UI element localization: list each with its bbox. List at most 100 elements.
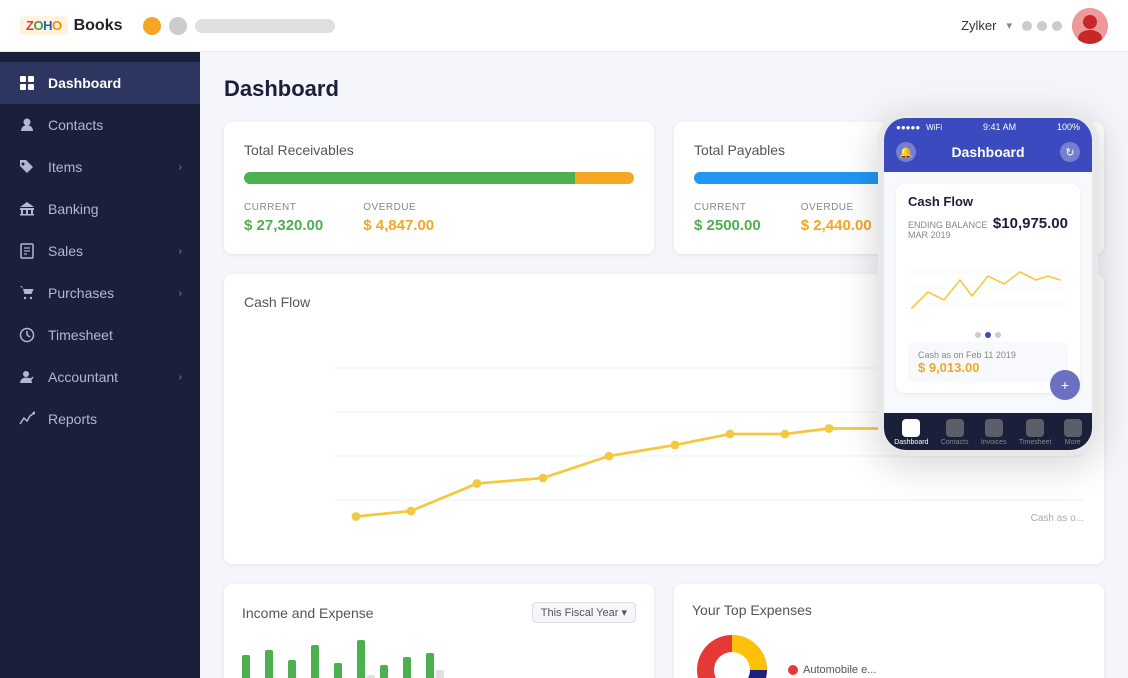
phone-nav-more[interactable]: More — [1064, 419, 1082, 446]
avatar[interactable] — [1072, 8, 1108, 44]
sidebar-label-sales: Sales — [48, 243, 83, 259]
bar-expense-9 — [436, 670, 444, 678]
sidebar-label-purchases: Purchases — [48, 285, 114, 301]
total-receivables-card: Total Receivables CURRENT $ 27,320.00 OV… — [224, 122, 654, 254]
top-expenses-header: Your Top Expenses — [692, 602, 1086, 618]
receipt-icon — [18, 242, 36, 260]
topbar-search-bar — [195, 19, 335, 33]
bar-group-5 — [334, 663, 352, 678]
pie-chart — [692, 630, 772, 678]
sidebar-item-contacts[interactable]: Contacts — [0, 104, 200, 146]
legend-dot-1 — [788, 665, 798, 675]
phone-cash-value: $ 9,013.00 — [918, 360, 1058, 375]
sidebar-item-timesheet[interactable]: Timesheet — [0, 314, 200, 356]
bank-icon — [18, 200, 36, 218]
phone-nav-dashboard-icon — [902, 419, 920, 437]
receivables-title: Total Receivables — [244, 142, 634, 158]
phone-chart-svg — [908, 248, 1068, 328]
phone-nav-timesheet-icon — [1026, 419, 1044, 437]
phone-balance-label: ENDING BALANCE — [908, 220, 988, 230]
top-expenses-card: Your Top Expenses Automobile e... — [674, 584, 1104, 678]
mobile-phone-overlay: ●●●●● WiFi 9:41 AM 100% 🔔 Dashboard ↻ C — [878, 112, 1098, 456]
phone-header-title: Dashboard — [951, 144, 1024, 160]
receivables-overdue-label: OVERDUE — [363, 202, 434, 213]
bar-income-1 — [242, 655, 250, 678]
income-expense-card: Income and Expense This Fiscal Year ▾ — [224, 584, 654, 678]
receivables-bar-gold — [575, 172, 634, 184]
sidebar: Dashboard Contacts Items › Banking — [0, 52, 200, 678]
bar-income-3 — [288, 660, 296, 678]
phone-status-bar: ●●●●● WiFi 9:41 AM 100% — [884, 118, 1092, 136]
phone-chart-area — [908, 248, 1068, 328]
user-name: Zylker — [961, 18, 996, 33]
chevron-right-icon: › — [179, 162, 182, 173]
top-expenses-title: Your Top Expenses — [692, 602, 812, 618]
sidebar-item-items[interactable]: Items › — [0, 146, 200, 188]
dot-1 — [975, 332, 981, 338]
topbar-dot-yellow — [143, 17, 161, 35]
sidebar-item-reports[interactable]: Reports — [0, 398, 200, 440]
receivables-stats: CURRENT $ 27,320.00 OVERDUE $ 4,847.00 — [244, 202, 634, 234]
sidebar-item-purchases[interactable]: Purchases › — [0, 272, 200, 314]
fiscal-year-dropdown[interactable]: This Fiscal Year ▾ — [532, 602, 636, 623]
phone-nav-contacts-icon — [946, 419, 964, 437]
chart-icon — [18, 410, 36, 428]
payables-overdue-value: $ 2,440.00 — [801, 217, 872, 234]
bar-income-4 — [311, 645, 319, 678]
bar-group-9 — [426, 653, 444, 678]
user-chevron[interactable]: ▾ — [1006, 19, 1012, 32]
receivables-current-label: CURRENT — [244, 202, 323, 213]
phone-battery: 100% — [1057, 122, 1080, 132]
phone-fab-button[interactable]: + — [1050, 370, 1080, 400]
receivables-current: CURRENT $ 27,320.00 — [244, 202, 323, 234]
phone-nav-invoices-icon — [985, 419, 1003, 437]
phone-nav-contacts[interactable]: Contacts — [941, 419, 969, 446]
phone-cashflow-title: Cash Flow — [908, 194, 1068, 209]
chevron-right-icon-accountant: › — [179, 372, 182, 383]
phone-time: 9:41 AM — [983, 122, 1016, 132]
payables-current-label: CURRENT — [694, 202, 761, 213]
dot-3 — [995, 332, 1001, 338]
bar-group-2 — [265, 650, 283, 678]
phone-nav-invoices[interactable]: Invoices — [981, 419, 1007, 446]
bar-group-4 — [311, 645, 329, 678]
phone-signal: ●●●●● WiFi — [896, 123, 942, 132]
sidebar-item-dashboard[interactable]: Dashboard — [0, 62, 200, 104]
bar-group-6 — [357, 640, 375, 678]
sidebar-label-contacts: Contacts — [48, 117, 103, 133]
sidebar-label-items: Items — [48, 159, 82, 175]
app-name: Books — [74, 17, 123, 35]
phone-balance-date: Mar 2019 — [908, 230, 988, 240]
bar-group-1 — [242, 655, 260, 678]
sidebar-item-accountant[interactable]: Accountant › — [0, 356, 200, 398]
sidebar-label-dashboard: Dashboard — [48, 75, 121, 91]
legend-item-1: Automobile e... — [788, 664, 876, 676]
grid-icon — [18, 74, 36, 92]
content-area: Dashboard Total Receivables CURRENT $ 27… — [200, 52, 1128, 678]
phone-nav-more-icon — [1064, 419, 1082, 437]
income-expense-chart — [242, 635, 636, 678]
bar-income-7 — [380, 665, 388, 678]
phone-nav-timesheet-label: Timesheet — [1019, 439, 1051, 446]
bar-group-8 — [403, 657, 421, 678]
topbar-right: Zylker ▾ — [961, 8, 1108, 44]
page-title: Dashboard — [224, 76, 1104, 102]
phone-header: 🔔 Dashboard ↻ — [884, 136, 1092, 172]
income-expense-title: Income and Expense — [242, 605, 374, 621]
sidebar-label-banking: Banking — [48, 201, 99, 217]
bar-income-9 — [426, 653, 434, 678]
main-layout: Dashboard Contacts Items › Banking — [0, 52, 1128, 678]
chevron-right-icon-sales: › — [179, 246, 182, 257]
phone-nav-timesheet[interactable]: Timesheet — [1019, 419, 1051, 446]
dot2 — [1037, 21, 1047, 31]
phone-notification-icon: 🔔 — [896, 142, 916, 162]
phone-nav-dashboard[interactable]: Dashboard — [894, 419, 928, 446]
phone-nav-contacts-label: Contacts — [941, 439, 969, 446]
cash-label-bottom: Cash as o... — [1031, 513, 1084, 524]
bar-income-8 — [403, 657, 411, 678]
phone-cash-label: Cash as on Feb 11 2019 — [918, 350, 1058, 360]
sidebar-item-sales[interactable]: Sales › — [0, 230, 200, 272]
sidebar-item-banking[interactable]: Banking — [0, 188, 200, 230]
phone-cash-balance: Cash as on Feb 11 2019 $ 9,013.00 — [908, 342, 1068, 383]
income-expense-header: Income and Expense This Fiscal Year ▾ — [242, 602, 636, 623]
